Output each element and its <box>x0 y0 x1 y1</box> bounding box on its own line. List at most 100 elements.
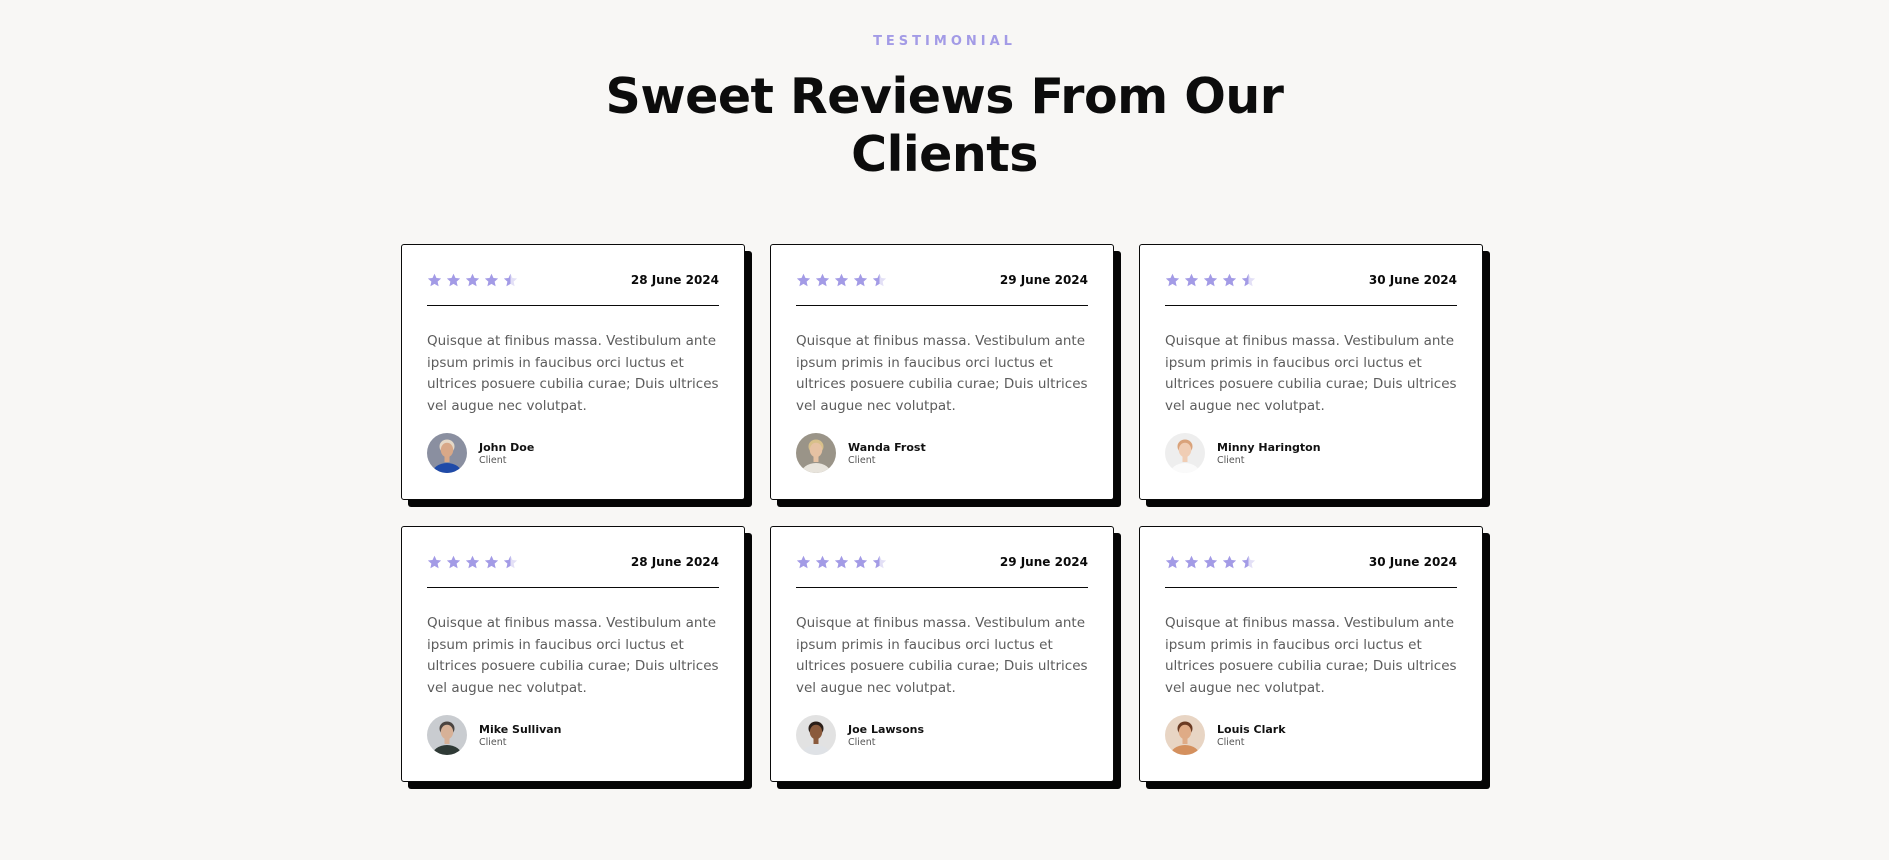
avatar <box>1165 433 1205 473</box>
avatar <box>1165 715 1205 755</box>
star-icon <box>796 555 811 568</box>
star-rating <box>427 555 518 570</box>
star-icon <box>1222 273 1237 286</box>
review-text: Quisque at finibus massa. Vestibulum ant… <box>427 615 719 696</box>
review-date: 29 June 2024 <box>999 555 1088 569</box>
review-date: 28 June 2024 <box>630 273 719 287</box>
review-date: 30 June 2024 <box>1368 555 1457 569</box>
section-title: Sweet Reviews From Our Clients <box>605 68 1284 183</box>
star-icon <box>1184 555 1199 568</box>
star-icon <box>427 273 442 286</box>
review-date: 28 June 2024 <box>630 555 719 569</box>
section-eyebrow: TESTIMONIAL <box>873 34 1016 49</box>
star-icon <box>484 555 499 568</box>
star-icon <box>796 273 811 286</box>
review-date: 30 June 2024 <box>1368 273 1457 287</box>
author-role: Client <box>1217 736 1245 748</box>
testimonial-card: 29 June 2024 Quisque at finibus massa. V… <box>770 526 1114 782</box>
author-name: Joe Lawsons <box>848 722 925 736</box>
star-rating <box>796 273 887 288</box>
author-meta: Minny Harington Client <box>1217 441 1321 466</box>
author-name: Wanda Frost <box>848 440 926 454</box>
star-rating <box>796 555 887 570</box>
author-name: John Doe <box>479 440 535 454</box>
star-icon <box>853 555 868 568</box>
avatar <box>427 433 467 473</box>
star-half-icon <box>503 555 518 568</box>
review-author: Mike Sullivan Client <box>427 715 562 755</box>
card-header: 29 June 2024 <box>796 271 1088 289</box>
review-author: Wanda Frost Client <box>796 433 926 473</box>
star-half-icon <box>503 273 518 286</box>
review-author: Minny Harington Client <box>1165 433 1321 473</box>
star-icon <box>446 273 461 286</box>
review-author: Joe Lawsons Client <box>796 715 924 755</box>
star-half-icon <box>1241 555 1256 568</box>
review-text: Quisque at finibus massa. Vestibulum ant… <box>796 333 1088 414</box>
author-meta: Wanda Frost Client <box>848 441 926 466</box>
star-icon <box>465 273 480 286</box>
card-header: 30 June 2024 <box>1165 271 1457 289</box>
author-role: Client <box>479 736 507 748</box>
star-rating <box>1165 273 1256 288</box>
star-rating <box>427 273 518 288</box>
author-role: Client <box>1217 454 1245 466</box>
star-icon <box>1203 555 1218 568</box>
testimonial-card: 28 June 2024 Quisque at finibus massa. V… <box>401 526 745 782</box>
avatar <box>796 433 836 473</box>
author-name: Minny Harington <box>1217 440 1321 454</box>
author-name: Mike Sullivan <box>479 722 562 736</box>
avatar <box>796 715 836 755</box>
author-meta: Mike Sullivan Client <box>479 723 562 748</box>
testimonial-card: 28 June 2024 Quisque at finibus massa. V… <box>401 244 745 500</box>
star-icon <box>465 555 480 568</box>
author-meta: Louis Clark Client <box>1217 723 1286 748</box>
star-icon <box>427 555 442 568</box>
card-header: 29 June 2024 <box>796 553 1088 571</box>
card-header: 28 June 2024 <box>427 553 719 571</box>
star-half-icon <box>872 273 887 286</box>
star-icon <box>815 273 830 286</box>
testimonial-grid: 28 June 2024 Quisque at finibus massa. V… <box>401 244 1493 782</box>
star-icon <box>815 555 830 568</box>
card-divider <box>427 587 719 588</box>
review-text: Quisque at finibus massa. Vestibulum ant… <box>427 333 719 414</box>
author-role: Client <box>848 736 876 748</box>
avatar <box>427 715 467 755</box>
star-icon <box>1165 273 1180 286</box>
star-rating <box>1165 555 1256 570</box>
review-date: 29 June 2024 <box>999 273 1088 287</box>
star-icon <box>1203 273 1218 286</box>
review-text: Quisque at finibus massa. Vestibulum ant… <box>796 615 1088 696</box>
card-divider <box>427 305 719 306</box>
star-icon <box>1184 273 1199 286</box>
author-role: Client <box>479 454 507 466</box>
review-text: Quisque at finibus massa. Vestibulum ant… <box>1165 615 1457 696</box>
card-header: 28 June 2024 <box>427 271 719 289</box>
star-icon <box>1165 555 1180 568</box>
testimonial-section: TESTIMONIAL Sweet Reviews From Our Clien… <box>0 0 1889 860</box>
card-divider <box>1165 305 1457 306</box>
testimonial-card: 30 June 2024 Quisque at finibus massa. V… <box>1139 244 1483 500</box>
card-header: 30 June 2024 <box>1165 553 1457 571</box>
star-icon <box>853 273 868 286</box>
review-author: Louis Clark Client <box>1165 715 1286 755</box>
star-icon <box>1222 555 1237 568</box>
star-icon <box>834 273 849 286</box>
card-divider <box>796 305 1088 306</box>
author-meta: Joe Lawsons Client <box>848 723 924 748</box>
testimonial-card: 29 June 2024 Quisque at finibus massa. V… <box>770 244 1114 500</box>
review-text: Quisque at finibus massa. Vestibulum ant… <box>1165 333 1457 414</box>
testimonial-card: 30 June 2024 Quisque at finibus massa. V… <box>1139 526 1483 782</box>
star-icon <box>834 555 849 568</box>
star-half-icon <box>1241 273 1256 286</box>
author-name: Louis Clark <box>1217 722 1286 736</box>
author-role: Client <box>848 454 876 466</box>
review-author: John Doe Client <box>427 433 534 473</box>
star-half-icon <box>872 555 887 568</box>
card-divider <box>1165 587 1457 588</box>
card-divider <box>796 587 1088 588</box>
star-icon <box>446 555 461 568</box>
author-meta: John Doe Client <box>479 441 534 466</box>
star-icon <box>484 273 499 286</box>
